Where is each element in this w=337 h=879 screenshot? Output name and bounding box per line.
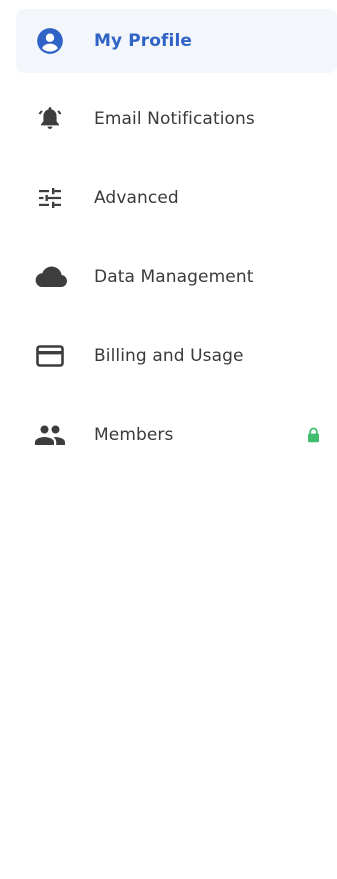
sidebar-item-data-management[interactable]: Data Management (16, 245, 337, 309)
sidebar-item-email-notifications[interactable]: Email Notifications (16, 87, 337, 151)
lock-icon (305, 426, 321, 444)
cloud-icon (32, 259, 68, 295)
sidebar-item-billing-and-usage[interactable]: Billing and Usage (16, 324, 337, 388)
settings-sidebar: My Profile Email Notifications Advanced … (0, 0, 337, 879)
sidebar-item-label: My Profile (94, 31, 193, 51)
tune-sliders-icon (32, 180, 68, 216)
sidebar-item-label: Email Notifications (94, 109, 255, 129)
sidebar-item-advanced[interactable]: Advanced (16, 166, 337, 230)
sidebar-item-my-profile[interactable]: My Profile (16, 9, 337, 73)
people-icon (32, 417, 68, 453)
sidebar-item-label: Data Management (94, 267, 254, 287)
sidebar-item-label: Billing and Usage (94, 346, 244, 366)
bell-ringing-icon (32, 101, 68, 137)
credit-card-icon (32, 338, 68, 374)
sidebar-item-label: Members (94, 425, 174, 445)
sidebar-item-label: Advanced (94, 188, 179, 208)
sidebar-item-members[interactable]: Members (16, 403, 337, 467)
account-circle-icon (32, 23, 68, 59)
